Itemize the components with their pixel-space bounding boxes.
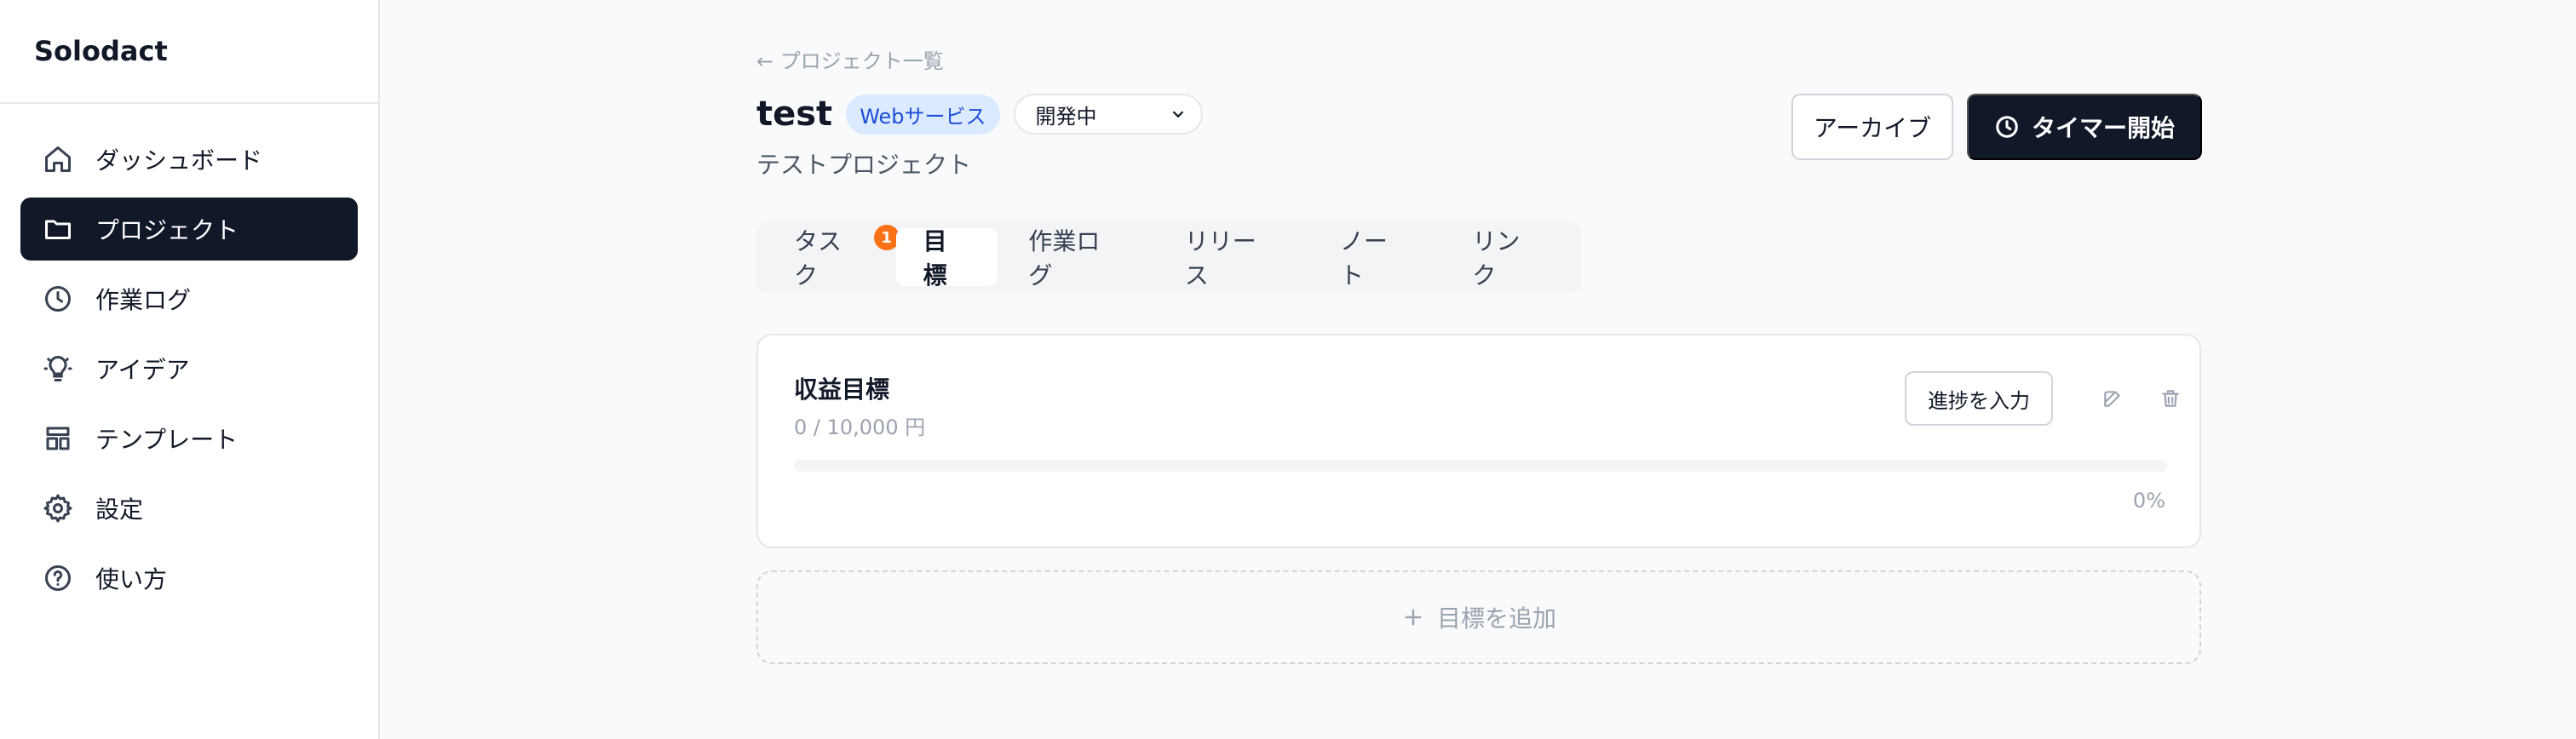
tab-label: リリース bbox=[1184, 227, 1256, 289]
clock-icon bbox=[1996, 116, 2018, 138]
template-icon bbox=[41, 421, 75, 455]
sidebar-item-label: テンプレート bbox=[95, 426, 239, 454]
sidebar-item-ideas[interactable]: アイデア bbox=[20, 337, 358, 400]
edit-icon[interactable] bbox=[2097, 383, 2128, 414]
goal-progress-bar bbox=[794, 460, 2167, 472]
app-logo[interactable]: Solodact bbox=[0, 0, 378, 104]
gear-icon bbox=[41, 491, 75, 525]
goal-title: 収益目標 bbox=[794, 375, 890, 404]
tab-notes[interactable]: ノート bbox=[1309, 227, 1442, 289]
folder-icon bbox=[41, 212, 75, 246]
tab-links[interactable]: リンク bbox=[1441, 227, 1574, 289]
sidebar-item-label: 使い方 bbox=[95, 565, 168, 593]
tab-label: ノート bbox=[1339, 227, 1388, 289]
add-goal-label: 目標を追加 bbox=[1436, 604, 1556, 633]
sidebar-item-dashboard[interactable]: ダッシュボード bbox=[20, 128, 358, 191]
home-icon bbox=[41, 142, 75, 176]
archive-button[interactable]: アーカイブ bbox=[1791, 94, 1953, 160]
tab-tasks[interactable]: タスク 1 bbox=[763, 225, 900, 289]
tab-label: 目標 bbox=[923, 227, 947, 289]
project-description: テストプロジェクト bbox=[756, 151, 972, 179]
sidebar-item-projects[interactable]: プロジェクト bbox=[20, 198, 358, 261]
back-to-projects-link[interactable]: ← プロジェクト一覧 bbox=[756, 44, 944, 74]
tab-label: タスク bbox=[794, 227, 842, 289]
sidebar: Solodact ダッシュボード プロジェクト 作業ログ アイデア テンプレート… bbox=[0, 0, 380, 739]
tab-label: リンク bbox=[1472, 227, 1521, 289]
lightbulb-icon bbox=[41, 352, 75, 386]
page-title: test bbox=[756, 95, 833, 134]
help-icon bbox=[41, 561, 75, 595]
sidebar-item-label: ダッシュボード bbox=[95, 146, 263, 175]
project-title-row: test Webサービス 開発中 bbox=[756, 94, 1203, 135]
plus-icon bbox=[1405, 609, 1422, 626]
project-tabs: タスク 1 目標 作業ログ リリース ノート リンク bbox=[756, 221, 1581, 293]
sidebar-item-label: アイデア bbox=[95, 356, 190, 384]
sidebar-item-label: 設定 bbox=[95, 496, 144, 524]
status-select[interactable]: 開発中 bbox=[1013, 94, 1203, 135]
start-timer-button[interactable]: タイマー開始 bbox=[1967, 94, 2202, 160]
category-badge: Webサービス bbox=[846, 94, 1000, 135]
add-goal-button[interactable]: 目標を追加 bbox=[756, 570, 2201, 664]
goal-card: 収益目標 0 / 10,000 円 進捗を入力 0% bbox=[756, 334, 2201, 548]
status-select-value: 開発中 bbox=[1035, 104, 1097, 129]
goal-amount: 0 / 10,000 円 bbox=[794, 415, 926, 439]
sidebar-item-worklog[interactable]: 作業ログ bbox=[20, 267, 358, 330]
sidebar-item-templates[interactable]: テンプレート bbox=[20, 407, 358, 470]
enter-progress-button[interactable]: 進捗を入力 bbox=[1905, 371, 2053, 426]
clock-icon bbox=[41, 282, 75, 316]
tab-label: 作業ログ bbox=[1028, 227, 1101, 289]
sidebar-item-label: 作業ログ bbox=[95, 286, 192, 314]
sidebar-item-help[interactable]: 使い方 bbox=[20, 547, 358, 610]
goal-progress-percent: 0% bbox=[2132, 489, 2165, 513]
sidebar-item-label: プロジェクト bbox=[95, 216, 239, 244]
sidebar-item-settings[interactable]: 設定 bbox=[20, 477, 358, 540]
tab-worklog[interactable]: 作業ログ bbox=[998, 227, 1153, 289]
tab-releases[interactable]: リリース bbox=[1154, 227, 1309, 289]
sidebar-nav: ダッシュボード プロジェクト 作業ログ アイデア テンプレート 設定 使い方 bbox=[0, 104, 378, 610]
trash-icon[interactable] bbox=[2155, 383, 2186, 414]
chevron-down-icon bbox=[1172, 111, 1183, 118]
start-timer-label: タイマー開始 bbox=[2031, 115, 2175, 141]
tab-goals[interactable]: 目標 bbox=[895, 227, 998, 289]
